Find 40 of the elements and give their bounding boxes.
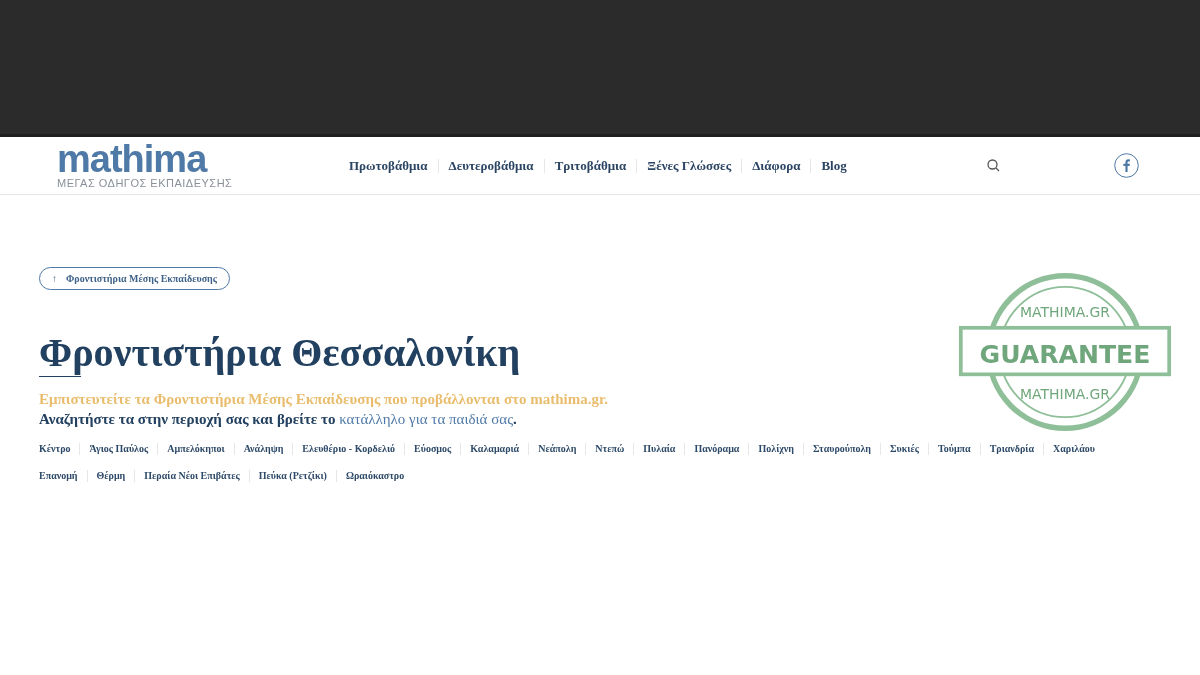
intro-text: Εμπιστευτείτε τα Φροντιστήρια Μέσης Εκπαίδευσης που προβάλλονται στο mathima.gr.	[39, 390, 608, 409]
area-link[interactable]: Κέντρο	[39, 441, 71, 456]
up-arrow-icon: ↑	[52, 271, 57, 286]
search-icon[interactable]	[987, 159, 1000, 172]
logo-tagline: ΜΕΓΑΣ ΟΔΗΓΟΣ ΕΚΠΑΙΔΕΥΣΗΣ	[57, 175, 234, 190]
area-link[interactable]: Αμπελόκηποι	[167, 441, 225, 456]
logo-wordmark[interactable]: mathima	[57, 141, 307, 176]
page-title: Φροντιστήρια Θεσσαλονίκη	[39, 330, 521, 376]
area-link[interactable]: Πεύκα (Ρετζίκι)	[258, 468, 327, 483]
stamp-text: GUARANTEE	[979, 340, 1151, 370]
area-link[interactable]: Εύοσμος	[414, 441, 452, 456]
nav-link[interactable]: Δευτεροβάθμια	[438, 155, 544, 176]
area-link[interactable]: Νεάπολη	[538, 441, 577, 456]
area-link[interactable]: Ντεπώ	[595, 441, 625, 456]
area-link[interactable]: Ελευθέριο - Κορδελιό	[302, 441, 396, 456]
area-link[interactable]: Ανάληψη	[243, 441, 284, 456]
nav-link[interactable]: Πρωτοβάθμια	[339, 155, 438, 176]
area-link[interactable]: Άγιος Παύλος	[89, 441, 149, 456]
stamp-text: MATHIMA.GR	[1020, 385, 1110, 402]
area-link[interactable]: Θέρμη	[96, 468, 126, 483]
intro-text: Αναζητήστε τα στην περιοχή σας και βρείτε το κατάλληλο για τα παιδιά σας.	[39, 410, 517, 429]
area-link[interactable]: Συκιές	[890, 441, 919, 456]
nav-link[interactable]: Ξένες Γλώσσες	[637, 155, 742, 176]
nav-link[interactable]: Τριτοβάθμια	[544, 155, 637, 176]
area-link[interactable]: Χαριλάου	[1053, 441, 1095, 456]
area-link[interactable]: Τούμπα	[937, 441, 971, 456]
nav-link[interactable]: Blog	[811, 155, 857, 176]
area-link[interactable]: Καλαμαριά	[470, 441, 520, 456]
nav-link[interactable]: Διάφορα	[742, 155, 811, 176]
breadcrumb-label: Φροντιστήρια Μέσης Εκπαίδευσης	[66, 272, 217, 286]
area-link[interactable]: Σταυρούπολη	[813, 441, 872, 456]
area-link[interactable]: Πανόραμα	[694, 441, 740, 456]
area-link[interactable]: Πολίχνη	[758, 441, 794, 456]
area-link[interactable]: Ωραιόκαστρο	[345, 468, 405, 483]
area-link[interactable]: Επανομή	[39, 468, 78, 483]
facebook-icon[interactable]	[1114, 153, 1139, 178]
area-link[interactable]: Τριανδρία	[989, 441, 1035, 456]
area-link[interactable]: Περαία Νέοι Επιβάτες	[144, 468, 240, 483]
stamp-text: MATHIMA.GR	[1020, 303, 1110, 320]
area-link[interactable]: Πυλαία	[643, 441, 676, 456]
